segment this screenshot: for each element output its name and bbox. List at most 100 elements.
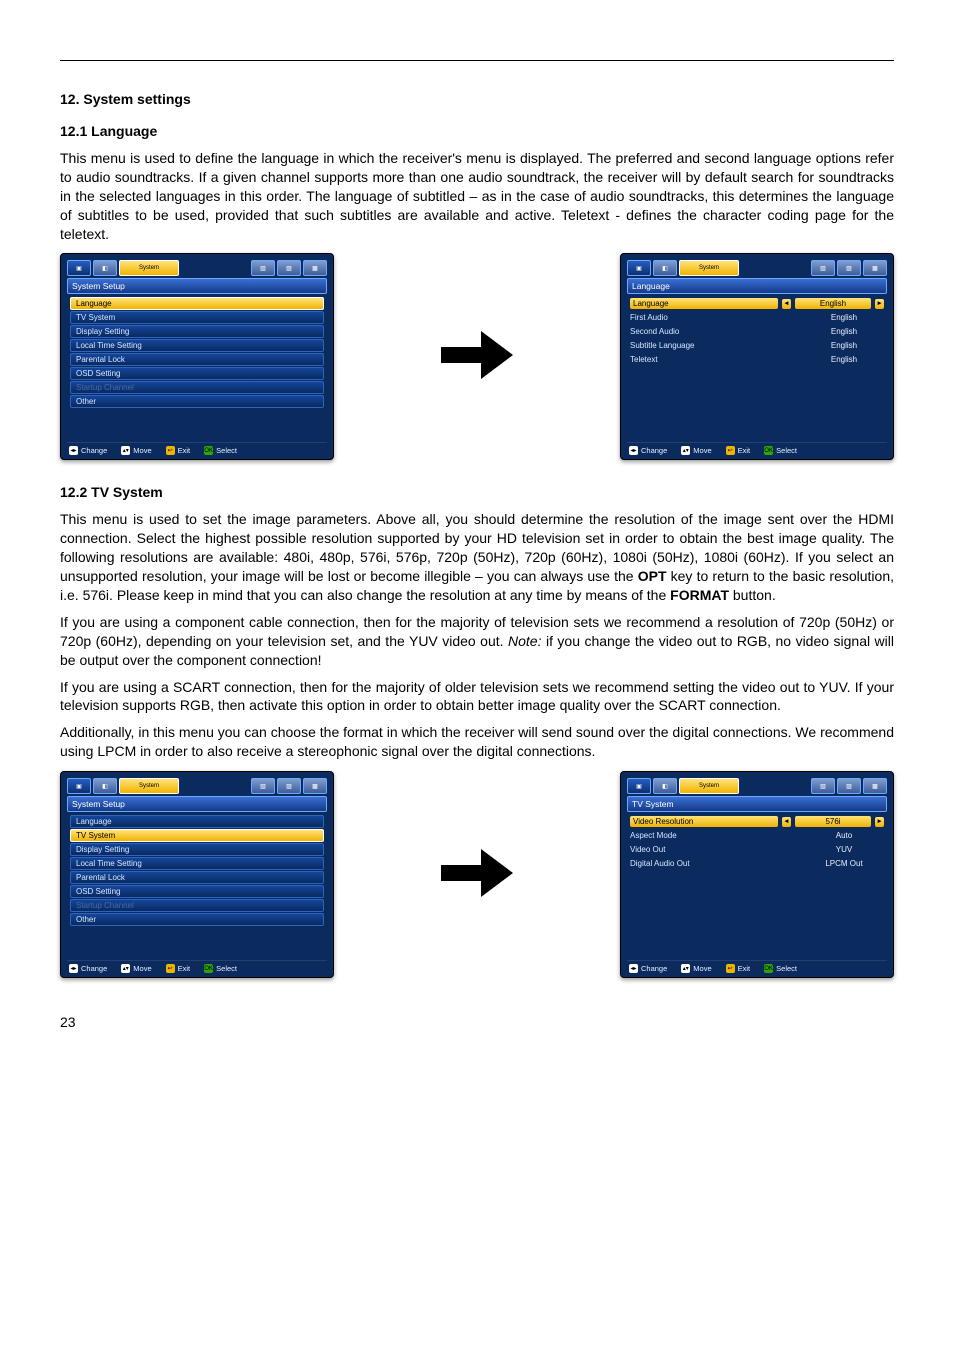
item-label: Language — [70, 815, 324, 828]
para-12-2c: If you are using a SCART connection, the… — [60, 678, 894, 716]
rx-footer: ◂▸Change ▴▾Move ↩Exit OKSelect — [627, 960, 887, 973]
menu-item: Local Time Setting — [67, 857, 327, 870]
para-12-2b: If you are using a component cable conne… — [60, 613, 894, 670]
tab-icon: ◧ — [653, 260, 677, 276]
rx-title: System Setup — [67, 278, 327, 294]
tab-icon: ▣ — [67, 778, 91, 794]
item-label: Digital Audio Out — [630, 859, 800, 868]
tab-icon: ▨ — [277, 260, 301, 276]
item-value: English — [795, 298, 871, 309]
rx-title: Language — [627, 278, 887, 294]
tab-icon: ▨ — [837, 778, 861, 794]
tab-icon: ▧ — [811, 260, 835, 276]
item-value: English — [804, 341, 884, 350]
setting-row: Second Audio English — [627, 325, 887, 338]
item-value: English — [804, 327, 884, 336]
setting-row: First AudioEnglish — [627, 311, 887, 324]
menu-item: Language — [67, 815, 327, 828]
menu-item: Display Setting — [67, 325, 327, 338]
item-label: Startup Channel — [70, 899, 324, 912]
item-label: Second Audio — [630, 327, 800, 336]
rx-tabbar: ▣ ◧ System ▧ ▨ ▩ — [67, 260, 327, 276]
tab-icon: ▩ — [303, 778, 327, 794]
menu-item: Startup Channel — [67, 899, 327, 912]
heading-12: 12. System settings — [60, 91, 894, 107]
item-label: Parental Lock — [70, 871, 324, 884]
item-label: OSD Setting — [70, 885, 324, 898]
tab-icon: ▣ — [627, 260, 651, 276]
item-value: YUV — [804, 845, 884, 854]
item-label: Language — [630, 298, 778, 309]
screenshot-row-2: ▣ ◧ System ▧ ▨ ▩ System Setup LanguageTV… — [60, 771, 894, 978]
rx-title: System Setup — [67, 796, 327, 812]
rx-tabbar: ▣ ◧ System ▧ ▨ ▩ — [67, 778, 327, 794]
menu-item: Startup Channel — [67, 381, 327, 394]
item-label: Display Setting — [70, 325, 324, 338]
page-number: 23 — [60, 1014, 894, 1030]
menu-item: Parental Lock — [67, 353, 327, 366]
item-value: English — [804, 313, 884, 322]
tab-system: System — [119, 260, 179, 276]
screenshot-row-1: ▣ ◧ System ▧ ▨ ▩ System Setup LanguageTV… — [60, 253, 894, 460]
item-label: Local Time Setting — [70, 857, 324, 870]
tab-icon: ◧ — [653, 778, 677, 794]
tab-icon: ▩ — [863, 260, 887, 276]
tab-icon: ▧ — [251, 260, 275, 276]
menu-item: Language — [67, 297, 327, 310]
chevron-left-icon: ◂ — [782, 299, 791, 309]
item-label: Video Resolution — [630, 816, 778, 827]
arrow-right-icon — [437, 320, 517, 393]
rx-system-setup-language: ▣ ◧ System ▧ ▨ ▩ System Setup LanguageTV… — [60, 253, 334, 460]
item-label: Local Time Setting — [70, 339, 324, 352]
item-value: English — [804, 355, 884, 364]
setting-row: Video Resolution ◂ 576i ▸ — [627, 815, 887, 828]
chevron-left-icon: ◂ — [782, 817, 791, 827]
tab-icon: ▣ — [627, 778, 651, 794]
item-label: TV System — [70, 829, 324, 842]
item-label: Aspect Mode — [630, 831, 800, 840]
rx-list: LanguageTV SystemDisplay SettingLocal Ti… — [67, 815, 327, 957]
tab-system: System — [119, 778, 179, 794]
setting-row: Video Out YUV — [627, 843, 887, 856]
top-rule — [60, 60, 894, 61]
item-label: Teletext — [630, 355, 800, 364]
rx-list: LanguageTV SystemDisplay SettingLocal Ti… — [67, 297, 327, 439]
chevron-right-icon: ▸ — [875, 817, 884, 827]
setting-row: Language ◂ English ▸ — [627, 297, 887, 310]
setting-row: Aspect Mode Auto — [627, 829, 887, 842]
rx-language: ▣ ◧ System ▧ ▨ ▩ Language Language◂Engli… — [620, 253, 894, 460]
para-12-2d: Additionally, in this menu you can choos… — [60, 723, 894, 761]
menu-item: OSD Setting — [67, 367, 327, 380]
setting-row: Digital Audio Out LPCM Out — [627, 857, 887, 870]
para-12-2a: This menu is used to set the image param… — [60, 510, 894, 604]
setting-row: Teletext English — [627, 353, 887, 366]
item-label: TV System — [70, 311, 324, 324]
arrow-right-icon — [437, 838, 517, 911]
tab-icon: ▩ — [863, 778, 887, 794]
item-label: Subtitle Language — [630, 341, 800, 350]
tab-system: System — [679, 778, 739, 794]
rx-tvsystem: ▣ ◧ System ▧ ▨ ▩ TV System Video Resolut… — [620, 771, 894, 978]
chevron-right-icon: ▸ — [875, 299, 884, 309]
menu-item: Display Setting — [67, 843, 327, 856]
menu-item: TV System — [67, 829, 327, 842]
item-label: Display Setting — [70, 843, 324, 856]
tab-icon: ▣ — [67, 260, 91, 276]
item-label: Video Out — [630, 845, 800, 854]
item-value: 576i — [795, 816, 871, 827]
item-value: Auto — [804, 831, 884, 840]
rx-list: Language◂English▸First AudioEnglishSecon… — [627, 297, 887, 439]
item-label: Parental Lock — [70, 353, 324, 366]
item-label: OSD Setting — [70, 367, 324, 380]
rx-footer: ◂▸Change ▴▾Move ↩Exit OKSelect — [627, 442, 887, 455]
tab-icon: ▨ — [837, 260, 861, 276]
rx-system-setup-tvsystem: ▣ ◧ System ▧ ▨ ▩ System Setup LanguageTV… — [60, 771, 334, 978]
tab-icon: ▧ — [811, 778, 835, 794]
tab-icon: ▧ — [251, 778, 275, 794]
rx-footer: ◂▸Change ▴▾Move ↩Exit OKSelect — [67, 960, 327, 973]
item-label: Startup Channel — [70, 381, 324, 394]
para-12-1: This menu is used to define the language… — [60, 149, 894, 243]
item-label: Other — [70, 395, 324, 408]
rx-tabbar: ▣ ◧ System ▧ ▨ ▩ — [627, 778, 887, 794]
item-value: LPCM Out — [804, 859, 884, 868]
